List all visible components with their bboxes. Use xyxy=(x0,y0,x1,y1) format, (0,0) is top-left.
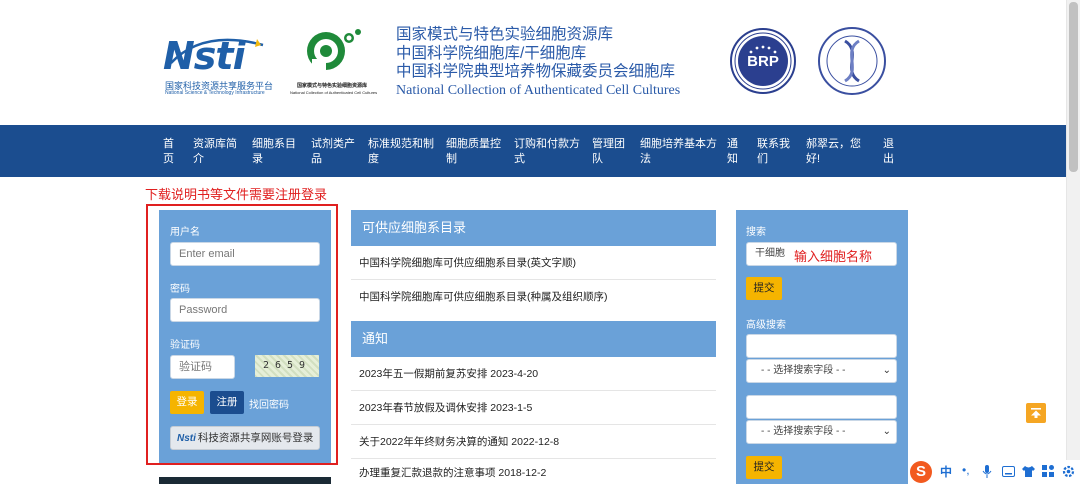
login-annotation: 下载说明书等文件需要注册登录 xyxy=(145,187,328,202)
nsti-logo-word: Nsti xyxy=(163,34,246,78)
chevron-down-icon: ⌄ xyxy=(882,365,891,376)
notice-item-2[interactable]: 2023年春节放假及调休安排 2023-1-5 xyxy=(351,391,716,425)
brp-seal-text: BRP xyxy=(747,53,779,70)
captcha-input[interactable]: 验证码 xyxy=(170,355,235,379)
notice-item-4[interactable]: 办理重复汇款退款的注意事项 2018-12-2 xyxy=(351,456,716,484)
site-title-block: 国家模式与特色实验细胞资源库 中国科学院细胞库/干细胞库 中国科学院典型培养物保… xyxy=(396,26,680,100)
catalog-link-species[interactable]: 中国科学院细胞库可供应细胞系目录(种属及组织顺序) xyxy=(351,280,716,314)
settings-gear-icon[interactable] xyxy=(1062,465,1075,478)
ncac-logo[interactable]: 国家模式与特色实验细胞资源库 National Collection of Au… xyxy=(290,25,378,100)
skin-shirt-icon[interactable] xyxy=(1022,465,1035,478)
cstnet-logo-icon: Nsti xyxy=(177,433,196,444)
site-title-line-3: 中国科学院典型培养物保藏委员会细胞库 xyxy=(396,63,676,80)
ncac-logo-cn: 国家模式与特色实验细胞资源库 xyxy=(296,83,367,89)
back-to-top-button[interactable] xyxy=(1026,403,1046,423)
nav-logout[interactable]: 退出 xyxy=(883,137,897,167)
advanced-search-submit-button[interactable]: 提交 xyxy=(746,456,782,479)
site-title-line-1: 国家模式与特色实验细胞资源库 xyxy=(396,26,614,43)
advanced-search-input-1[interactable] xyxy=(746,334,897,358)
dna-seal-icon xyxy=(818,27,886,95)
captcha-image[interactable]: 2659 xyxy=(255,355,319,377)
search-submit-button[interactable]: 提交 xyxy=(746,277,782,300)
ime-toolbar: S 中 •, xyxy=(908,460,1080,484)
site-header: Nsti 国家科技资源共享服务平台 National Science & Tec… xyxy=(0,0,1080,484)
captcha-label: 验证码 xyxy=(170,340,200,351)
brp-seal-icon: BRP xyxy=(730,28,796,94)
password-input[interactable]: Password xyxy=(170,298,320,322)
nav-culture-methods[interactable]: 细胞培养基本方法 xyxy=(640,137,718,167)
ncac-cell-icon xyxy=(307,29,361,71)
username-input[interactable]: Enter email xyxy=(170,242,320,266)
page: Nsti 国家科技资源共享服务平台 National Science & Tec… xyxy=(0,0,1080,484)
notice-item-3[interactable]: 关于2022年年终财务决算的通知 2022-12-8 xyxy=(351,425,716,459)
nav-quality-control[interactable]: 细胞质量控制 xyxy=(446,137,502,167)
microphone-icon[interactable] xyxy=(982,465,992,479)
punctuation-icon[interactable]: •, xyxy=(962,463,970,477)
main-nav: 首页 资源库简介 细胞系目录 试剂类产品 标准规范和制度 细胞质量控制 订购和付… xyxy=(0,125,1066,177)
banner-image-edge xyxy=(159,477,331,484)
nsti-logo[interactable]: Nsti 国家科技资源共享服务平台 National Science & Tec… xyxy=(163,33,283,98)
ime-language-toggle[interactable]: 中 xyxy=(940,463,952,480)
chevron-down-icon: ⌄ xyxy=(882,426,891,437)
notices-heading: 通知 xyxy=(351,321,716,357)
register-button[interactable]: 注册 xyxy=(210,391,244,414)
search-field-select-1-value: - - 选择搜索字段 - - xyxy=(761,365,846,376)
search-annotation: 输入细胞名称 xyxy=(794,249,873,264)
nav-notices[interactable]: 通知 xyxy=(727,137,741,167)
password-label: 密码 xyxy=(170,284,190,295)
advanced-search-label: 高级搜索 xyxy=(746,320,786,331)
window-scrollbar[interactable] xyxy=(1066,0,1080,484)
nsti-logo-en: National Science & Technology Infrastruc… xyxy=(165,90,265,96)
search-field-select-1[interactable]: - - 选择搜索字段 - - ⌄ xyxy=(746,359,897,383)
nav-cell-catalog[interactable]: 细胞系目录 xyxy=(252,137,298,167)
nav-standards[interactable]: 标准规范和制度 xyxy=(368,137,434,167)
nav-reagents[interactable]: 试剂类产品 xyxy=(311,137,357,167)
nav-contact[interactable]: 联系我们 xyxy=(757,137,791,167)
toolbox-grid-icon[interactable] xyxy=(1042,465,1055,478)
sogou-logo-icon[interactable]: S xyxy=(910,461,932,483)
notice-item-1[interactable]: 2023年五一假期前复苏安排 2023-4-20 xyxy=(351,357,716,391)
nav-ordering[interactable]: 订购和付款方式 xyxy=(514,137,580,167)
nav-team[interactable]: 管理团队 xyxy=(592,137,626,167)
dna-seal xyxy=(818,27,886,95)
keyboard-icon[interactable] xyxy=(1002,466,1015,477)
search-field-select-2[interactable]: - - 选择搜索字段 - - ⌄ xyxy=(746,420,897,444)
nav-about[interactable]: 资源库简介 xyxy=(193,137,239,167)
cstnet-login-label: 科技资源共享网账号登录 xyxy=(197,432,314,444)
window-scrollbar-thumb[interactable] xyxy=(1069,2,1078,172)
login-button[interactable]: 登录 xyxy=(170,391,204,414)
catalog-heading: 可供应细胞系目录 xyxy=(351,210,716,246)
site-title-line-en: National Collection of Authenticated Cel… xyxy=(396,82,681,98)
login-panel: 用户名 Enter email 密码 Password 验证码 验证码 2659… xyxy=(159,210,331,463)
nav-user-greeting[interactable]: 郝翠云，您好! xyxy=(806,137,872,167)
cstnet-login-button[interactable]: Nsti 科技资源共享网账号登录 xyxy=(170,426,320,450)
advanced-search-input-2[interactable] xyxy=(746,395,897,419)
search-field-select-2-value: - - 选择搜索字段 - - xyxy=(761,426,846,437)
catalog-link-alphabetical[interactable]: 中国科学院细胞库可供应细胞系目录(英文字顺) xyxy=(351,246,716,280)
site-title-line-2: 中国科学院细胞库/干细胞库 xyxy=(396,44,587,62)
brp-seal: BRP xyxy=(730,28,796,94)
ncac-logo-en: National Collection of Authenticated Cel… xyxy=(290,90,378,95)
forgot-password-link[interactable]: 找回密码 xyxy=(249,396,289,411)
nav-home[interactable]: 首页 xyxy=(163,137,177,167)
arrow-up-icon xyxy=(1031,408,1041,418)
username-label: 用户名 xyxy=(170,227,200,238)
search-label: 搜索 xyxy=(746,227,766,238)
